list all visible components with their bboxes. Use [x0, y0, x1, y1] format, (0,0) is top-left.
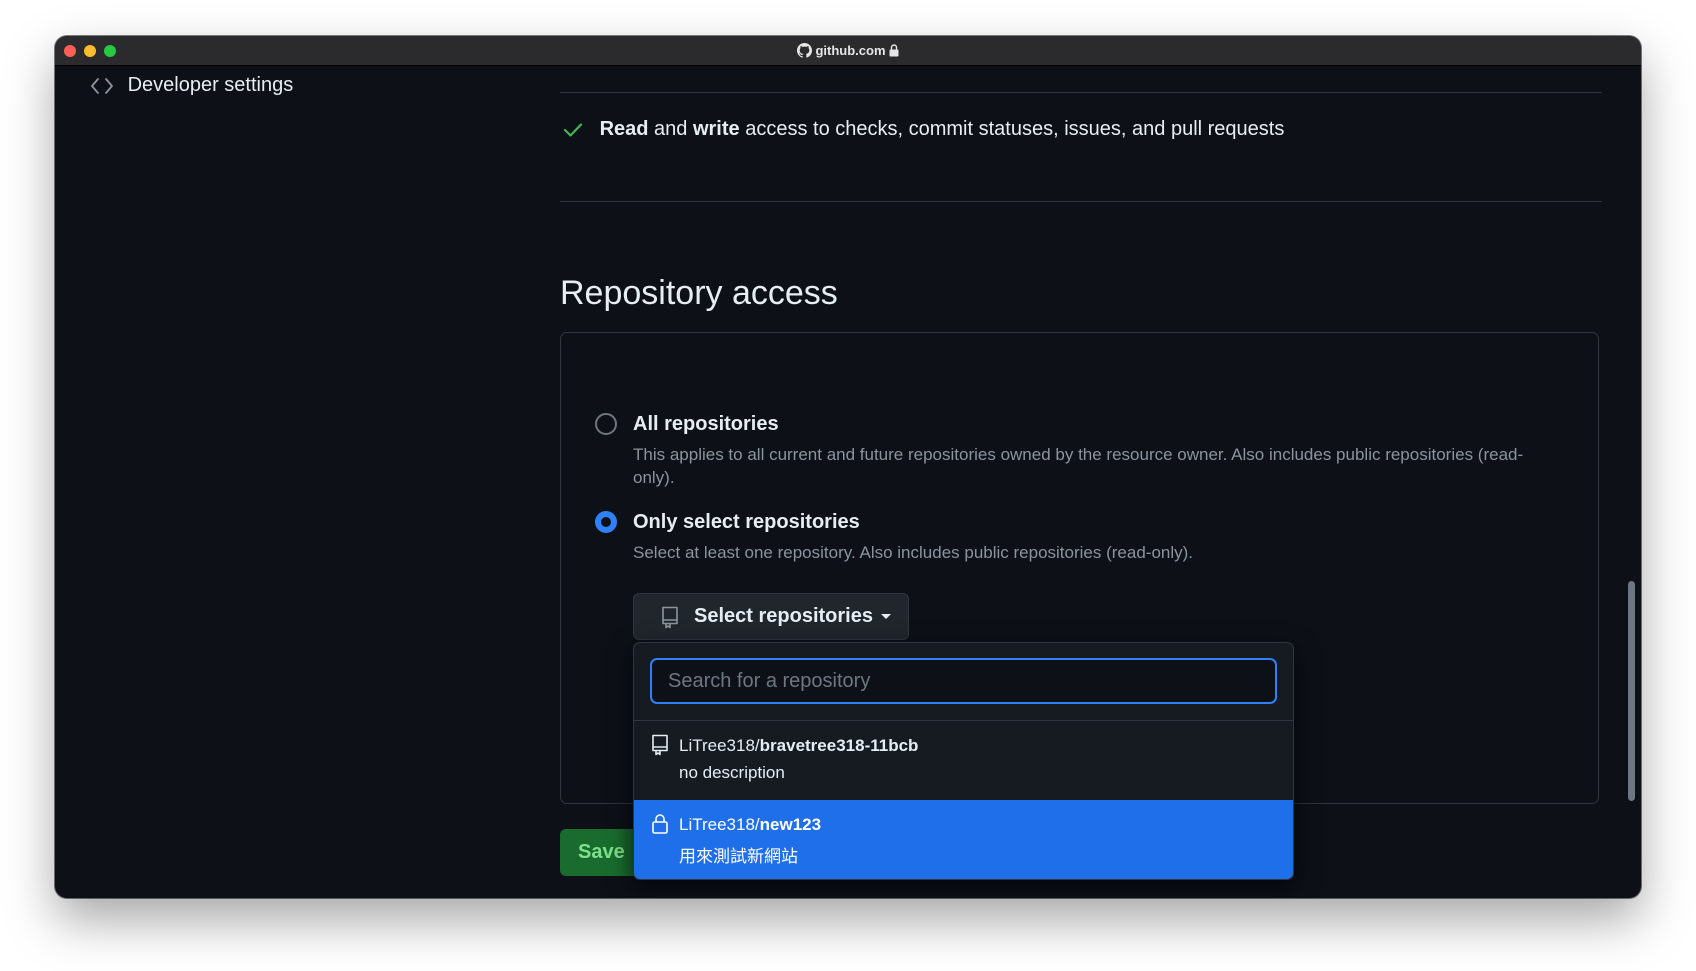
radio-all-repositories[interactable]: [595, 413, 617, 435]
repo-icon: [662, 606, 678, 628]
select-repositories-label: Select repositories: [694, 605, 873, 627]
option-description-all: This applies to all current and future r…: [633, 445, 1524, 487]
developer-settings-link[interactable]: Developer settings: [90, 74, 293, 97]
caret-down-icon: [880, 614, 891, 619]
repository-full-name: LiTree318/new123: [679, 815, 821, 835]
select-repositories-button[interactable]: Select repositories: [633, 593, 909, 640]
lock-icon: [889, 44, 899, 57]
repository-name: bravetree318-11bcb: [759, 736, 919, 755]
code-icon: [91, 77, 113, 94]
repository-description: 用來測試新網站: [679, 847, 798, 866]
repository-option[interactable]: LiTree318/bravetree318-11bcb no descript…: [634, 721, 1293, 800]
option-label-select: Only select repositories: [633, 511, 860, 533]
write-word: write: [692, 118, 740, 141]
address-bar[interactable]: github.com: [55, 42, 1641, 58]
and-word: and: [654, 118, 688, 141]
developer-settings-label: Developer settings: [127, 74, 294, 97]
divider: [560, 201, 1602, 202]
option-label-all: All repositories: [633, 413, 779, 435]
permission-summary-row: Read and write access to checks, commit …: [562, 118, 1284, 141]
repository-owner: LiTree318/: [679, 815, 760, 834]
repo-icon: [652, 734, 668, 756]
url-text: github.com: [815, 43, 886, 59]
lock-icon: [652, 814, 668, 834]
divider: [560, 92, 1602, 93]
check-icon: [563, 123, 583, 137]
github-icon: [796, 43, 812, 58]
read-word: Read: [599, 118, 649, 141]
search-container: [634, 643, 1293, 721]
repository-option[interactable]: LiTree318/new123 用來測試新網站: [634, 800, 1293, 879]
scrollbar-thumb[interactable]: [1628, 581, 1635, 801]
repository-description: no description: [679, 763, 785, 782]
repository-owner: LiTree318/: [679, 736, 760, 755]
repository-full-name: LiTree318/bravetree318-11bcb: [679, 736, 918, 756]
radio-only-select-repositories[interactable]: [595, 511, 617, 533]
section-title: Repository access: [560, 274, 838, 312]
repository-name: new123: [759, 815, 822, 834]
title-bar: github.com: [55, 36, 1641, 66]
repository-search-input[interactable]: [650, 658, 1277, 704]
browser-window: github.com Developer settings Read and w…: [55, 36, 1641, 898]
option-description-select: Select at least one repository. Also inc…: [633, 543, 1194, 562]
permission-rest-text: access to checks, commit statuses, issue…: [745, 118, 1285, 141]
repository-dropdown: LiTree318/bravetree318-11bcb no descript…: [633, 642, 1294, 880]
page-content: Developer settings Read and write access…: [55, 66, 1641, 898]
